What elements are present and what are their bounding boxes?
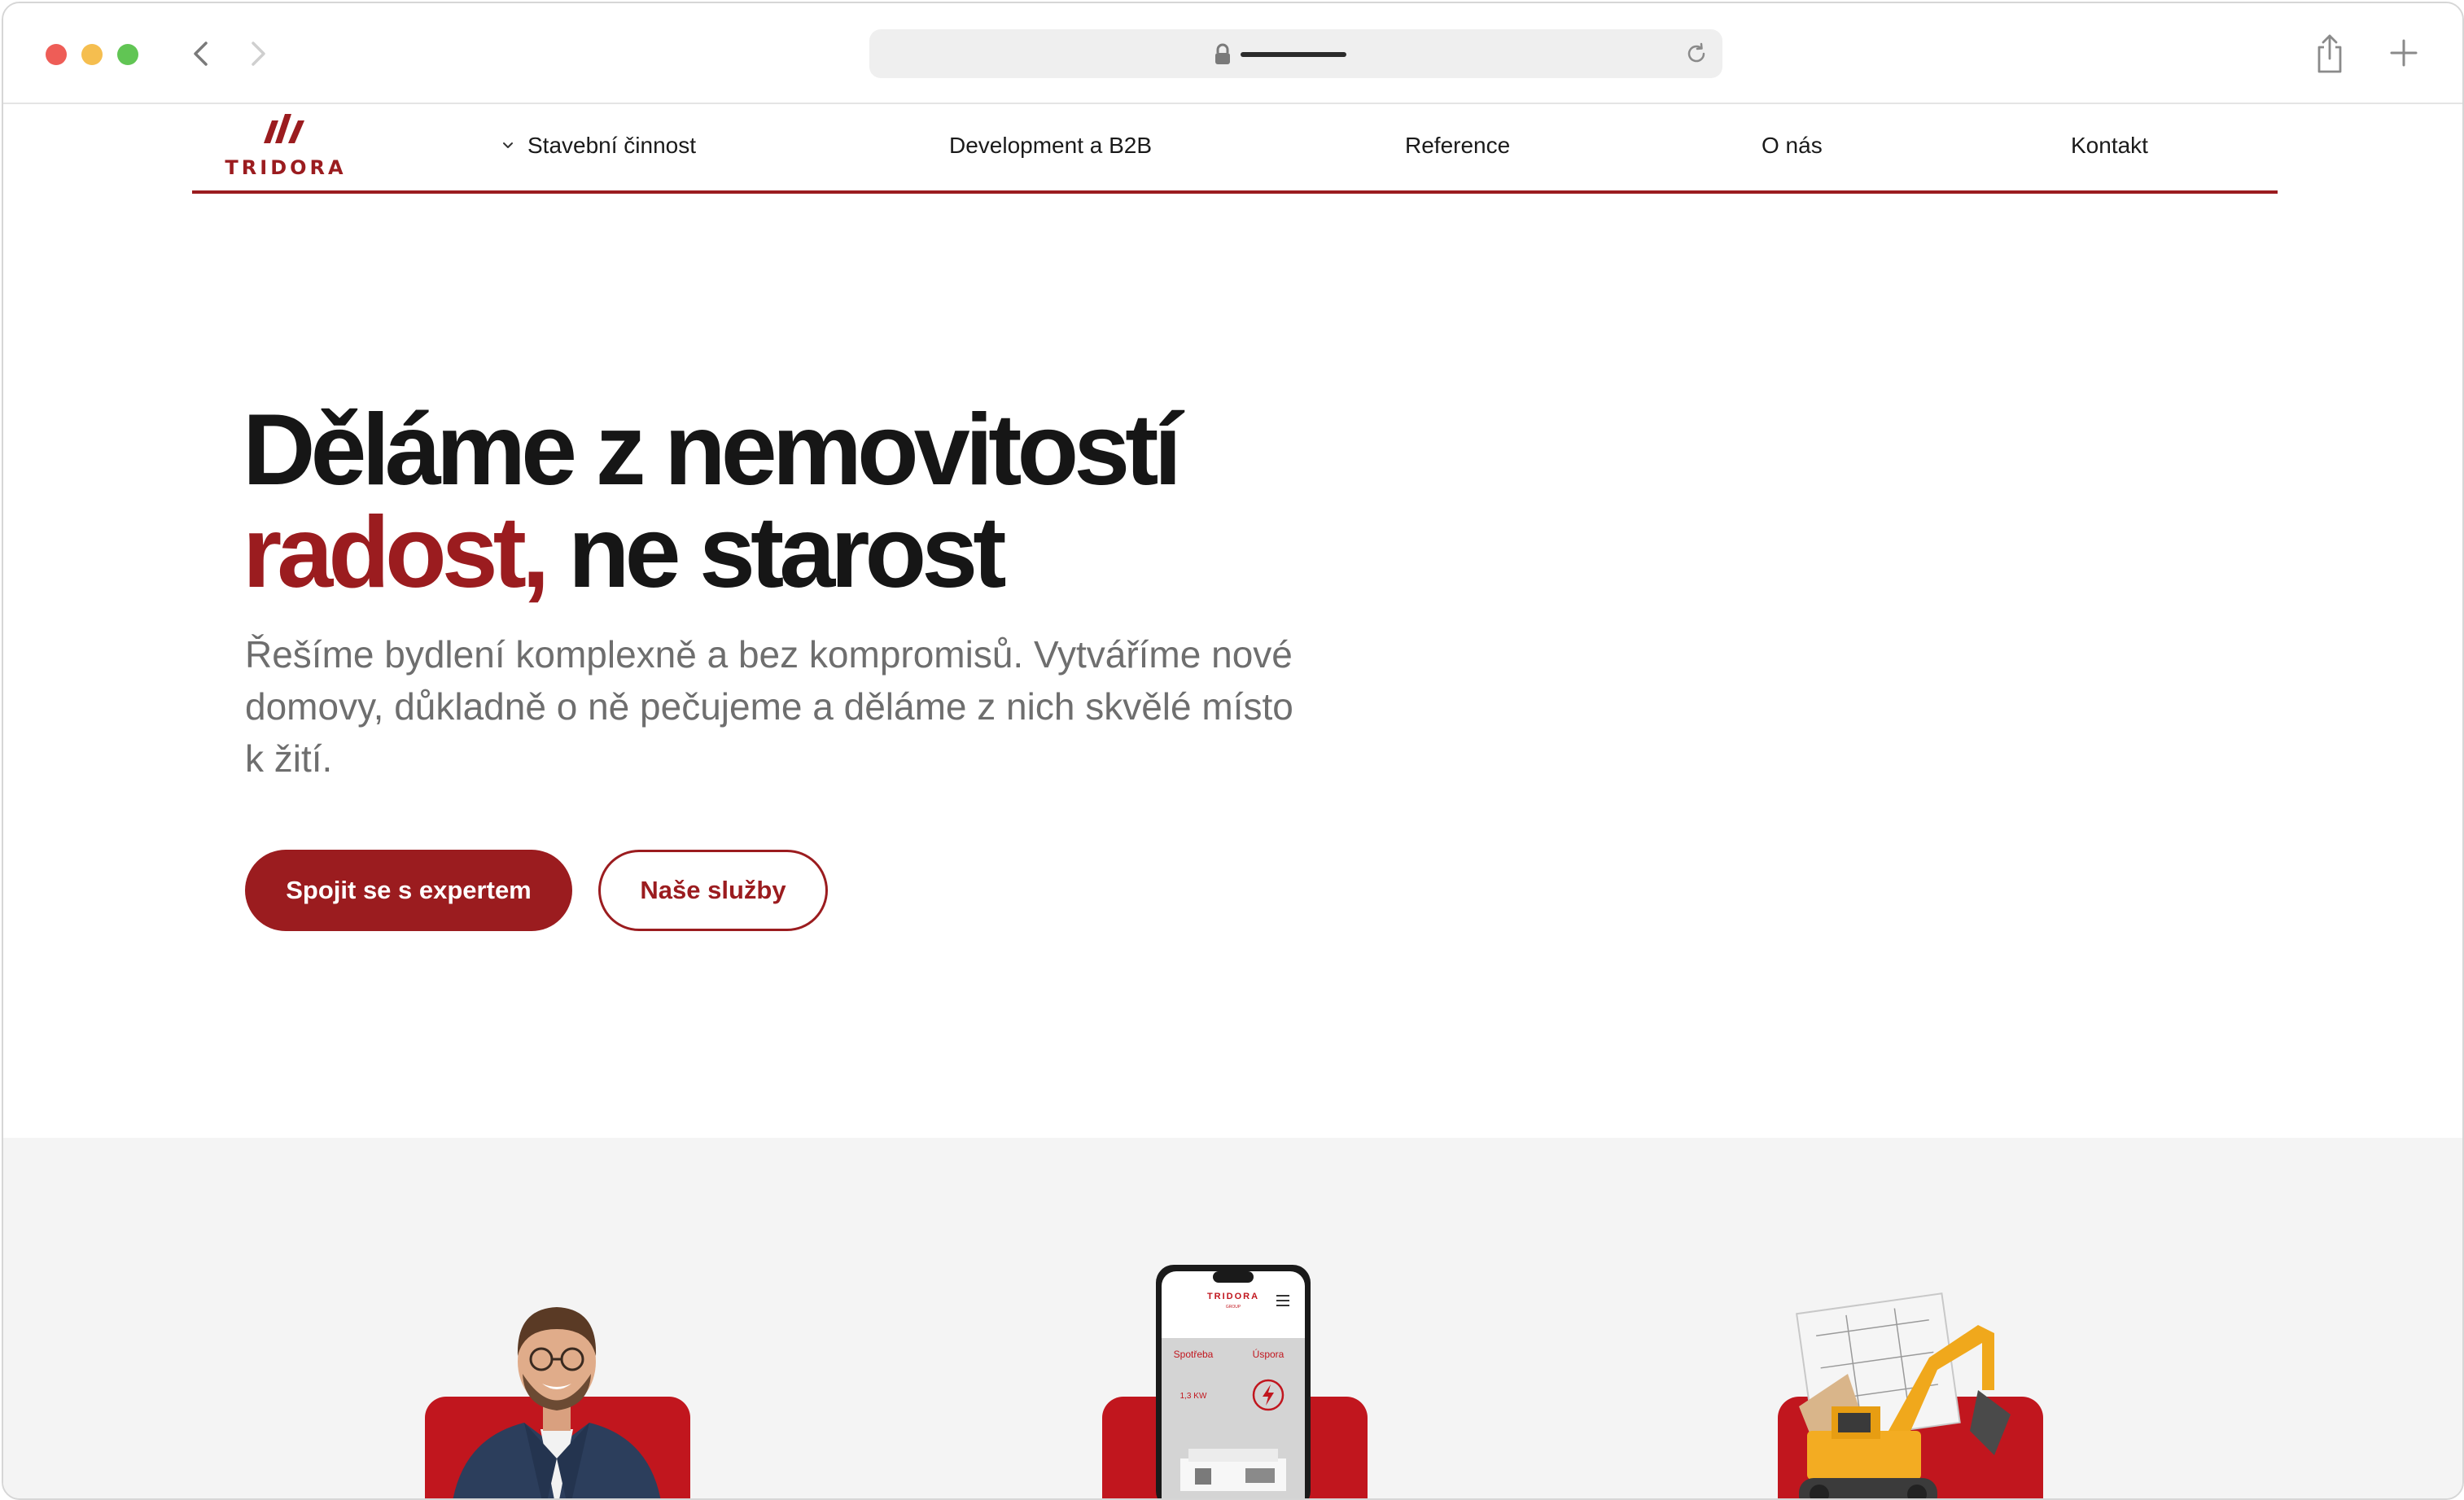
- back-button[interactable]: [184, 36, 220, 72]
- nav-item-stavebni-cinnost[interactable]: Stavební činnost: [500, 132, 696, 160]
- logo-mark-icon: [264, 114, 304, 143]
- reload-icon[interactable]: [1683, 41, 1709, 67]
- forward-button[interactable]: [239, 36, 275, 72]
- smiling-man-photo: [453, 1307, 661, 1498]
- site-header: TRIDORA Stavební činnost Development a B…: [192, 103, 2278, 194]
- nav-item-development[interactable]: Development a B2B: [949, 132, 1152, 160]
- hero-subtitle: Řešíme bydlení komplexně a bez kompromis…: [245, 633, 1293, 780]
- nav-item-o-nas[interactable]: O nás: [1762, 132, 1823, 160]
- phone-label-uspora: Úspora: [1253, 1348, 1285, 1360]
- logo-text: TRIDORA: [225, 156, 347, 179]
- phone-brand: TRIDORA: [1207, 1292, 1259, 1301]
- phone-mockup: TRIDORA GROUP Spotřeba Úspora 1,3 KW: [1156, 1265, 1311, 1498]
- tridora-logo[interactable]: TRIDORA: [217, 114, 355, 182]
- hero-title-line1: Děláme z nemovitostí: [243, 394, 1182, 506]
- hero-title: Děláme z nemovitostí radost, ne starost: [243, 399, 1182, 604]
- url-text-redacted: [1241, 52, 1346, 57]
- hero-title-line2: ne starost: [545, 496, 1007, 609]
- phone-brand-sub: GROUP: [1226, 1305, 1241, 1310]
- browser-window: TRIDORA Stavební činnost Development a B…: [2, 2, 2464, 1500]
- share-icon[interactable]: [2313, 33, 2346, 75]
- contact-expert-button[interactable]: Spojit se s expertem: [245, 850, 572, 931]
- excavator-illustration: [1796, 1292, 2011, 1498]
- close-window-button[interactable]: [46, 44, 67, 65]
- services-section: TRIDORA GROUP Spotřeba Úspora 1,3 KW: [3, 1138, 2462, 1498]
- browser-toolbar: [3, 3, 2462, 104]
- forward-icon: [252, 42, 265, 66]
- back-icon: [194, 42, 208, 66]
- lock-icon: [1215, 43, 1230, 64]
- zoom-window-button[interactable]: [117, 44, 138, 65]
- phone-value-kw: 1,3 KW: [1180, 1392, 1207, 1401]
- minimize-window-button[interactable]: [81, 44, 103, 65]
- hero-title-accent: radost,: [243, 496, 549, 609]
- our-services-button[interactable]: Naše služby: [598, 850, 828, 931]
- nav-item-kontakt[interactable]: Kontakt: [2071, 132, 2148, 160]
- phone-label-spotreba: Spotřeba: [1174, 1349, 1214, 1360]
- nav-item-label: Stavební činnost: [527, 133, 697, 158]
- new-tab-icon[interactable]: [2388, 37, 2419, 68]
- chevron-down-icon: [503, 142, 513, 148]
- nav-item-reference[interactable]: Reference: [1405, 132, 1510, 160]
- address-bar[interactable]: [869, 29, 1722, 78]
